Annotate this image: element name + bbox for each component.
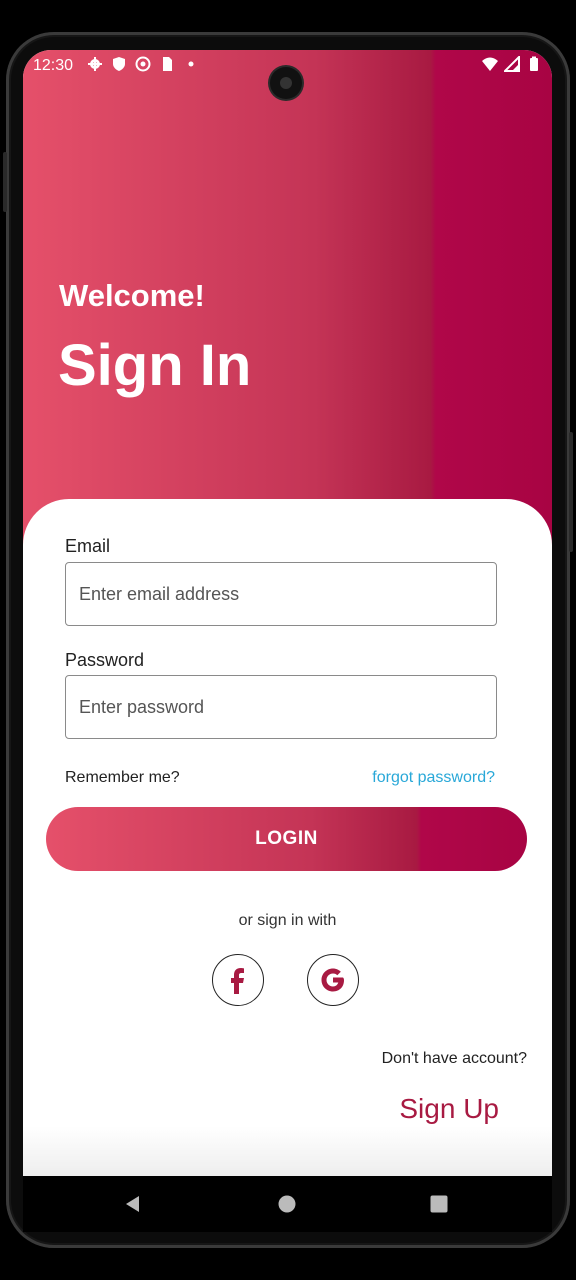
remember-me-toggle[interactable]: Remember me? <box>65 769 180 787</box>
shield-icon <box>113 57 125 71</box>
status-time: 12:30 <box>33 57 74 74</box>
login-button[interactable]: LOGIN <box>46 807 527 871</box>
password-field[interactable] <box>65 675 497 739</box>
settings-icon <box>88 57 102 71</box>
bottom-fade <box>23 1126 552 1176</box>
google-icon <box>321 968 344 992</box>
volume-button <box>569 432 573 552</box>
wifi-icon <box>482 57 498 71</box>
facebook-icon <box>231 968 244 994</box>
email-label: Email <box>65 536 111 556</box>
app-screen: 12:30 Welcome! Sign In Email Password Re… <box>23 50 552 1176</box>
facebook-button[interactable] <box>212 954 264 1006</box>
home-nav-icon[interactable] <box>277 1194 297 1214</box>
google-button[interactable] <box>307 954 359 1006</box>
dot-icon <box>188 61 194 67</box>
signup-link[interactable]: Sign Up <box>399 1093 499 1125</box>
sim-icon <box>163 57 172 71</box>
front-camera <box>270 67 302 99</box>
status-icons-right <box>482 56 542 72</box>
welcome-text: Welcome! <box>59 278 205 313</box>
battery-icon <box>530 56 538 71</box>
forgot-password-link[interactable]: forgot password? <box>372 769 495 787</box>
login-card: Email Password Remember me? forgot passw… <box>23 499 552 1176</box>
power-button <box>3 152 7 212</box>
no-account-text: Don't have account? <box>381 1050 527 1067</box>
signal-icon <box>504 56 520 72</box>
status-icons-left <box>87 56 199 72</box>
email-field[interactable] <box>65 562 497 626</box>
system-nav-bar <box>23 1176 552 1232</box>
vpn-icon <box>135 56 151 72</box>
back-nav-icon[interactable] <box>123 1194 143 1214</box>
social-prompt: or sign in with <box>238 912 337 929</box>
page-title: Sign In <box>58 333 252 398</box>
recents-nav-icon[interactable] <box>429 1194 449 1214</box>
password-label: Password <box>65 650 145 670</box>
